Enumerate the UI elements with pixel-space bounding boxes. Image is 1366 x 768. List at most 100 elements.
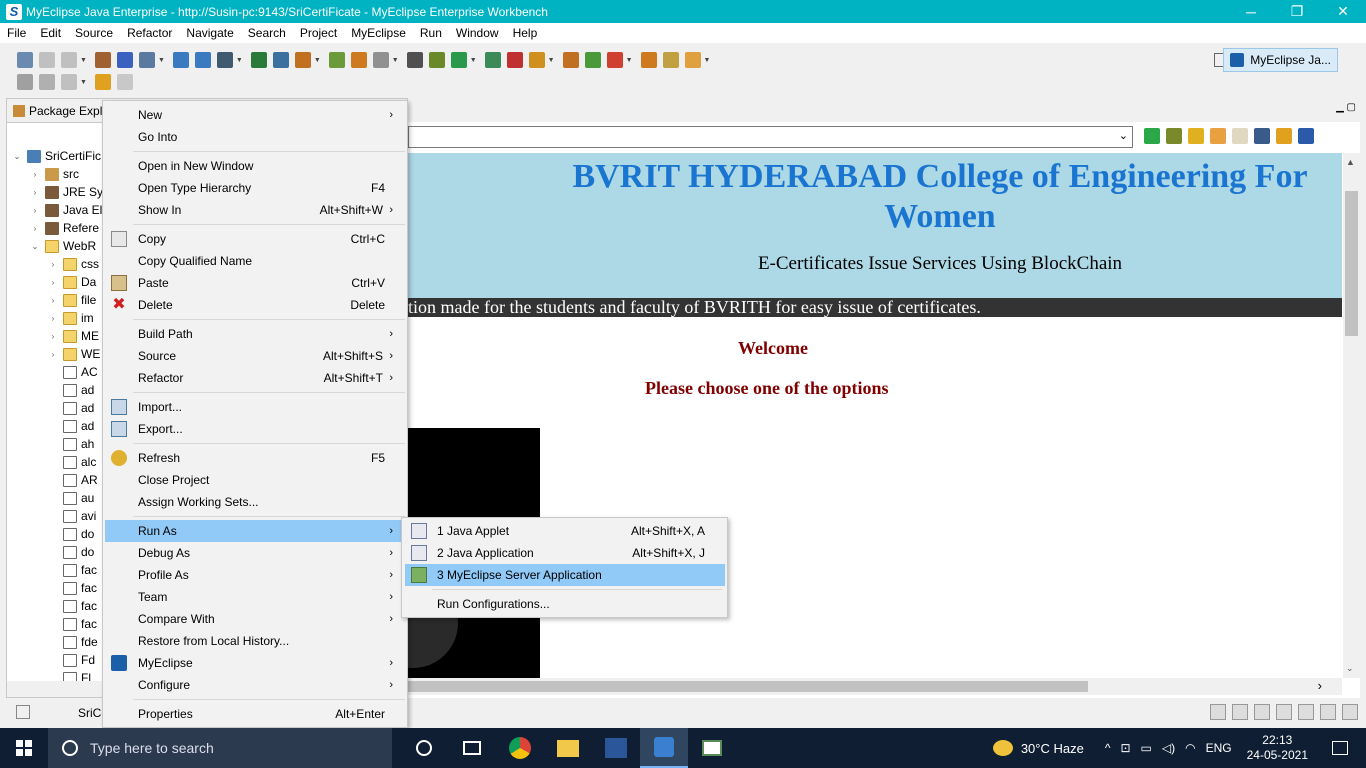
menu-item-team[interactable]: Team › <box>105 586 405 608</box>
battery-icon[interactable]: ▭ <box>1141 741 1152 755</box>
toolbar-tool-icon[interactable] <box>216 52 233 68</box>
cortana-icon[interactable] <box>400 728 448 768</box>
menu-item-delete[interactable]: ✖ Delete Delete <box>105 294 405 316</box>
chevron-right-icon[interactable]: › <box>29 170 41 179</box>
menu-item-import[interactable]: Import... <box>105 396 405 418</box>
status-tool-icon[interactable] <box>1342 704 1358 720</box>
wifi-icon[interactable]: ◠ <box>1185 741 1195 755</box>
scrollbar-thumb[interactable] <box>1345 191 1358 336</box>
menu-navigate[interactable]: Navigate <box>179 26 240 40</box>
toolbar-tool-icon[interactable] <box>328 52 345 68</box>
menu-item-compare-with[interactable]: Compare With › <box>105 608 405 630</box>
menu-item-profile-as[interactable]: Profile As › <box>105 564 405 586</box>
status-tool-icon[interactable] <box>1320 704 1336 720</box>
toolbar-tool-icon[interactable] <box>450 52 467 68</box>
dropdown-arrow-icon[interactable]: ▼ <box>314 57 321 64</box>
toolbar-tool-icon[interactable] <box>17 52 33 68</box>
refresh-icon[interactable] <box>1276 128 1292 144</box>
menu-item-show-in[interactable]: Show In Alt+Shift+W › <box>105 199 405 221</box>
toolbar-tool-icon[interactable] <box>116 74 133 90</box>
toolbar-tool-icon[interactable] <box>61 52 77 68</box>
close-button[interactable]: ✕ <box>1320 0 1366 23</box>
toolbar-tool-icon[interactable] <box>506 52 523 68</box>
menu-item-myeclipse[interactable]: MyEclipse › <box>105 652 405 674</box>
toolbar-tool-icon[interactable] <box>484 52 501 68</box>
stop-icon[interactable] <box>1254 128 1270 144</box>
toolbar-tool-icon[interactable] <box>562 52 579 68</box>
word-icon[interactable] <box>592 728 640 768</box>
menu-item-copy-qualified-name[interactable]: Copy Qualified Name <box>105 250 405 272</box>
menu-item-run-configurations[interactable]: Run Configurations... <box>405 593 725 615</box>
menu-item-debug-as[interactable]: Debug As › <box>105 542 405 564</box>
start-button[interactable] <box>0 728 48 768</box>
toolbar-tool-icon[interactable] <box>662 52 679 68</box>
dropdown-arrow-icon[interactable]: ▼ <box>392 57 399 64</box>
chevron-right-icon[interactable]: › <box>29 206 41 215</box>
status-tool-icon[interactable] <box>1232 704 1248 720</box>
menu-item-copy[interactable]: Copy Ctrl+C <box>105 228 405 250</box>
chevron-right-icon[interactable]: › <box>47 260 59 269</box>
dropdown-arrow-icon[interactable]: ▼ <box>80 57 87 64</box>
dropdown-arrow-icon[interactable]: ▼ <box>80 79 87 86</box>
status-tool-icon[interactable] <box>1298 704 1314 720</box>
toolbar-tool-icon[interactable] <box>406 52 423 68</box>
menu-item-restore-from-local-history[interactable]: Restore from Local History... <box>105 630 405 652</box>
status-tool-icon[interactable] <box>1276 704 1292 720</box>
file-explorer-icon[interactable] <box>544 728 592 768</box>
menu-file[interactable]: File <box>0 26 33 40</box>
scroll-right-icon[interactable]: › <box>1318 678 1322 693</box>
maximize-button[interactable]: ❐ <box>1274 0 1320 23</box>
clock[interactable]: 22:13 24-05-2021 <box>1247 733 1308 763</box>
menu-item-configure[interactable]: Configure › <box>105 674 405 696</box>
chevron-right-icon[interactable]: › <box>29 188 41 197</box>
toolbar-tool-icon[interactable] <box>138 52 155 68</box>
menu-item-go-into[interactable]: Go Into <box>105 126 405 148</box>
menu-item-refactor[interactable]: Refactor Alt+Shift+T › <box>105 367 405 389</box>
chevron-right-icon[interactable]: › <box>47 350 59 359</box>
toolbar-tool-icon[interactable] <box>94 74 111 90</box>
scroll-up-icon[interactable]: ▲ <box>1346 157 1355 167</box>
menu-project[interactable]: Project <box>293 26 344 40</box>
toolbar-tool-icon[interactable] <box>350 52 367 68</box>
chevron-right-icon[interactable]: › <box>47 332 59 341</box>
toolbar-tool-icon[interactable] <box>372 52 389 68</box>
toolbar-tool-icon[interactable] <box>294 52 311 68</box>
menu-source[interactable]: Source <box>68 26 120 40</box>
chrome-icon[interactable] <box>496 728 544 768</box>
toolbar-tool-icon[interactable] <box>61 74 77 90</box>
app-window-icon[interactable] <box>688 728 736 768</box>
menu-help[interactable]: Help <box>506 26 545 40</box>
web-vertical-scrollbar[interactable]: ▲ ⌄ <box>1343 153 1360 678</box>
myeclipse-taskbar-icon[interactable] <box>640 728 688 768</box>
menu-item-properties[interactable]: Properties Alt+Enter <box>105 703 405 725</box>
dropdown-arrow-icon[interactable]: ▼ <box>158 57 165 64</box>
debug-icon[interactable] <box>1166 128 1182 144</box>
menu-item-build-path[interactable]: Build Path › <box>105 323 405 345</box>
menu-item-paste[interactable]: Paste Ctrl+V <box>105 272 405 294</box>
chevron-up-icon[interactable]: ^ <box>1105 741 1111 755</box>
menu-item-1-java-applet[interactable]: 1 Java Applet Alt+Shift+X, A <box>405 520 725 542</box>
dropdown-arrow-icon[interactable]: ▼ <box>470 57 477 64</box>
toolbar-tool-icon[interactable] <box>250 52 267 68</box>
menu-window[interactable]: Window <box>449 26 506 40</box>
chevron-right-icon[interactable]: › <box>47 278 59 287</box>
chevron-down-icon[interactable]: ⌄ <box>29 242 41 251</box>
chevron-down-icon[interactable]: ⌄ <box>1119 129 1128 142</box>
myeclipse-icon[interactable] <box>1298 128 1314 144</box>
web-horizontal-scrollbar[interactable]: › <box>408 678 1342 695</box>
toolbar-tool-icon[interactable] <box>272 52 289 68</box>
back-icon[interactable] <box>1210 128 1226 144</box>
menu-item-2-java-application[interactable]: 2 Java Application Alt+Shift+X, J <box>405 542 725 564</box>
toolbar-tool-icon[interactable] <box>94 52 111 68</box>
menu-run[interactable]: Run <box>413 26 449 40</box>
scroll-down-icon[interactable]: ⌄ <box>1346 663 1354 674</box>
menu-item-open-in-new-window[interactable]: Open in New Window <box>105 155 405 177</box>
toolbar-tool-icon[interactable] <box>194 52 211 68</box>
dropdown-arrow-icon[interactable]: ▼ <box>548 57 555 64</box>
chevron-right-icon[interactable]: › <box>47 296 59 305</box>
minimize-button[interactable]: ─ <box>1228 0 1274 23</box>
toolbar-tool-icon[interactable] <box>606 52 623 68</box>
menu-item-export[interactable]: Export... <box>105 418 405 440</box>
toolbar-tool-icon[interactable] <box>584 52 601 68</box>
menu-item-close-project[interactable]: Close Project <box>105 469 405 491</box>
